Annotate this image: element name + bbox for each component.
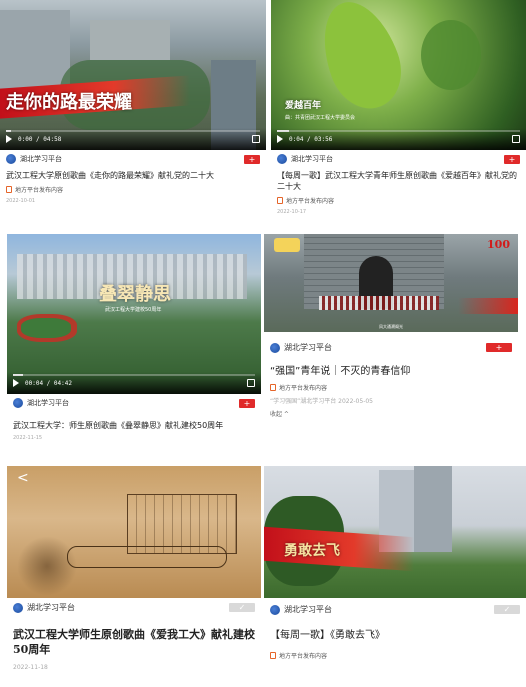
video-time: 0:04 / 03:56	[289, 135, 333, 143]
video-thumbnail[interactable]: <	[7, 466, 261, 598]
document-icon	[277, 197, 283, 205]
source-text: 地方平台发布内容	[279, 653, 328, 660]
video-card-2[interactable]: 爱越百年 曲：共青团武汉工程大学委员会 0:04 / 03:56 湖北学习平台 …	[271, 0, 526, 215]
video-title[interactable]: 【每周一歌】《勇敢去飞》	[264, 619, 526, 645]
publisher-name[interactable]: 湖北学习平台	[20, 154, 62, 164]
overlay-caption: 凤大通溯阁光	[379, 324, 403, 329]
source-text: 地方平台发布内容	[279, 385, 328, 392]
followed-button[interactable]: ✓	[494, 605, 520, 614]
publisher-logo-icon	[13, 602, 23, 613]
video-controls: 0:00 / 04:58	[0, 128, 266, 150]
video-card-1[interactable]: 走你的路最荣耀 0:00 / 04:58 湖北学习平台 + 武汉工程大学原创歌曲…	[0, 0, 266, 215]
publisher-row: 湖北学习平台 +	[0, 150, 266, 168]
document-icon	[270, 384, 276, 391]
fullscreen-icon[interactable]	[247, 379, 255, 387]
overlay-title: 勇敢去飞	[284, 543, 340, 559]
source-text: 地方平台发布内容	[15, 187, 64, 195]
publisher-name[interactable]: 湖北学习平台	[284, 342, 332, 353]
fullscreen-icon[interactable]	[512, 135, 520, 143]
overlay-title: 走你的路最荣耀	[6, 92, 132, 113]
flag-ribbon	[458, 298, 518, 314]
source-label: 地方平台发布内容	[0, 183, 266, 196]
video-card-3[interactable]: 叠翠静思 武汉工程大学建校50周年 00:04 / 04:42 湖北学习平台 +…	[7, 234, 261, 449]
video-title[interactable]: 武汉工程大学原创歌曲《走你的路最荣耀》献礼党的二十大	[0, 168, 266, 183]
document-icon	[270, 652, 276, 659]
video-thumbnail[interactable]: 勇敢去飞	[264, 466, 526, 598]
publisher-name[interactable]: 湖北学习平台	[291, 154, 333, 164]
overlay-caption: 曲：共青团武汉工程大学委员会	[285, 115, 356, 121]
publisher-name[interactable]: 湖北学习平台	[27, 602, 75, 613]
video-controls: 0:04 / 03:56	[271, 128, 526, 150]
video-thumbnail[interactable]: 爱越百年 曲：共青团武汉工程大学委员会 0:04 / 03:56	[271, 0, 526, 150]
collapse-toggle[interactable]: 收起 ^	[264, 407, 518, 420]
publisher-logo-icon	[277, 154, 287, 164]
fullscreen-icon[interactable]	[252, 135, 260, 143]
source-label: 地方平台发布内容	[264, 381, 518, 394]
publisher-logo-icon	[13, 398, 23, 408]
play-icon[interactable]	[13, 379, 19, 387]
overlay-badge	[274, 238, 300, 252]
publisher-row: 湖北学习平台 +	[264, 332, 518, 357]
publish-date: 2022-10-17	[277, 209, 307, 215]
video-time: 00:04 / 04:42	[25, 379, 72, 387]
back-icon[interactable]: <	[17, 470, 29, 486]
publisher-logo-icon	[270, 342, 280, 353]
video-time: 0:00 / 04:58	[18, 135, 62, 143]
source-meta: “学习强国”湖北学习平台 2022-05-05	[270, 398, 373, 405]
video-thumbnail[interactable]: 100 凤大通溯阁光	[264, 234, 518, 332]
video-card-5[interactable]: < 湖北学习平台 ✓ 武汉工程大学师生原创歌曲《爱我工大》献礼建校50周年 20…	[7, 466, 261, 687]
overlay-title: 爱越百年	[285, 101, 322, 111]
publish-date: 2022-11-15	[13, 435, 43, 442]
video-thumbnail[interactable]: 走你的路最荣耀 0:00 / 04:58	[0, 0, 266, 150]
publisher-logo-icon	[270, 604, 280, 615]
video-title[interactable]: 武汉工程大学师生原创歌曲《爱我工大》献礼建校50周年	[7, 617, 261, 660]
follow-button[interactable]: +	[239, 398, 255, 408]
publisher-row: 湖北学习平台 ✓	[264, 598, 526, 619]
play-icon[interactable]	[6, 135, 12, 143]
source-label: 地方平台发布内容	[271, 194, 526, 207]
publisher-row: 湖北学习平台 +	[271, 150, 526, 168]
follow-button[interactable]: +	[244, 154, 260, 164]
video-title[interactable]: “强国”青年说｜不灭的青春信仰	[264, 357, 518, 381]
video-card-4[interactable]: 100 凤大通溯阁光 湖北学习平台 + “强国”青年说｜不灭的青春信仰 地方平台…	[264, 234, 518, 449]
video-title[interactable]: 【每周一歌】武汉工程大学青年师生原创歌曲《爱越百年》献礼党的二十大	[271, 168, 526, 194]
play-icon[interactable]	[277, 135, 283, 143]
source-text: 地方平台发布内容	[286, 198, 335, 206]
source-label: 地方平台发布内容	[264, 645, 526, 662]
publisher-name[interactable]: 湖北学习平台	[284, 604, 332, 615]
followed-button[interactable]: ✓	[229, 603, 255, 612]
document-icon	[6, 186, 12, 194]
video-title[interactable]: 武汉工程大学：师生原创歌曲《叠翠静思》献礼建校50周年	[7, 412, 261, 433]
follow-button[interactable]: +	[504, 154, 520, 164]
publisher-row: 湖北学习平台 ✓	[7, 598, 261, 617]
overlay-caption: 武汉工程大学建校50周年	[105, 307, 162, 313]
video-card-6[interactable]: 勇敢去飞 湖北学习平台 ✓ 【每周一歌】《勇敢去飞》 地方平台发布内容	[264, 466, 526, 687]
video-feed-grid: 走你的路最荣耀 0:00 / 04:58 湖北学习平台 + 武汉工程大学原创歌曲…	[0, 0, 526, 687]
video-thumbnail[interactable]: 叠翠静思 武汉工程大学建校50周年 00:04 / 04:42	[7, 234, 261, 394]
video-controls: 00:04 / 04:42	[7, 372, 261, 394]
publisher-row: 湖北学习平台 +	[7, 394, 261, 412]
publish-date: 2022-10-01	[6, 198, 36, 205]
publisher-name[interactable]: 湖北学习平台	[27, 398, 69, 408]
anniversary-badge: 100	[487, 238, 510, 251]
follow-button[interactable]: +	[486, 343, 512, 352]
publish-date: 2022-11-18	[13, 663, 48, 671]
overlay-title: 叠翠静思	[99, 284, 171, 305]
publisher-logo-icon	[6, 154, 16, 164]
